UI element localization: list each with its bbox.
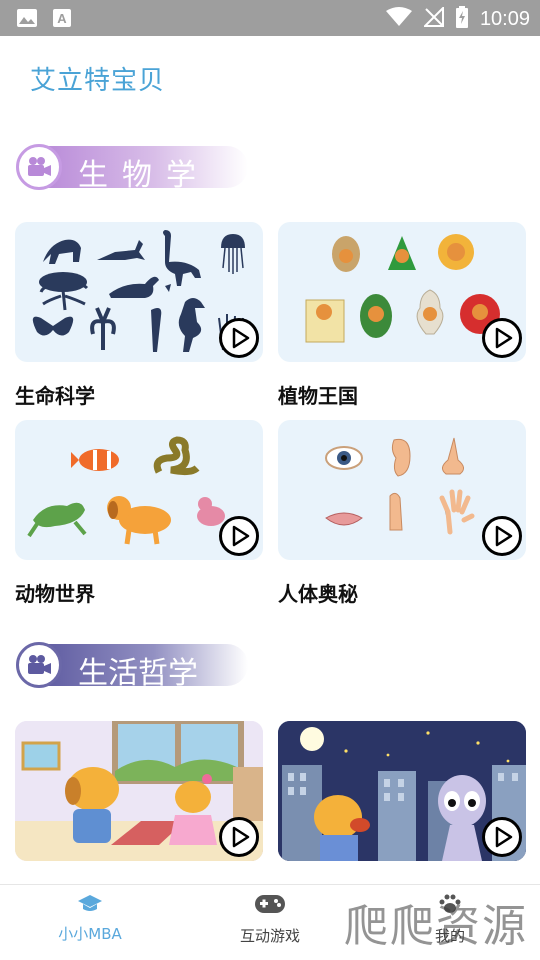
nav-tab-mba[interactable]: 小小MBA	[30, 893, 150, 944]
play-button[interactable]	[219, 318, 259, 358]
wifi-icon	[385, 7, 412, 31]
nav-label: 小小MBA	[58, 925, 122, 943]
card-human-body[interactable]: 人体奥秘	[278, 420, 526, 607]
card-thumbnail[interactable]	[278, 721, 526, 861]
section-title: 生活哲学	[78, 656, 198, 691]
card-title: 动物世界	[15, 582, 95, 606]
nav-label: 互动游戏	[239, 927, 300, 945]
no-signal-icon	[422, 5, 444, 31]
watermark: 爬爬资源	[344, 901, 528, 952]
card-title: 人体奥秘	[278, 582, 358, 606]
section-header-biology: 生物学	[16, 144, 248, 193]
play-button[interactable]	[482, 318, 522, 358]
status-time: 10:09	[479, 7, 530, 30]
card-thumbnail[interactable]	[15, 222, 263, 362]
play-button[interactable]	[219, 516, 259, 556]
card-life-science[interactable]: 生命科学	[15, 222, 263, 409]
card-animal-world[interactable]: 动物世界	[15, 420, 263, 607]
svg-text:A: A	[57, 11, 67, 26]
gamepad-icon	[254, 895, 286, 919]
card-thumbnail[interactable]	[278, 420, 526, 560]
card-thumbnail[interactable]	[278, 222, 526, 362]
main-content[interactable]: 生物学 生命科学 植物王国 动物世界 人体奥秘 生活哲学	[0, 36, 540, 884]
card-title: 植物王国	[278, 384, 358, 408]
video-camera-icon	[16, 144, 62, 190]
card-plant-kingdom[interactable]: 植物王国	[278, 222, 526, 409]
nav-tab-games[interactable]: 互动游戏	[210, 893, 330, 946]
play-button[interactable]	[482, 516, 522, 556]
section-title: 生物学	[78, 158, 210, 193]
font-notification-icon: A	[52, 8, 72, 32]
status-bar: A 10:09	[0, 0, 540, 36]
video-camera-icon	[16, 642, 62, 688]
card-feeling[interactable]: 感受	[278, 721, 526, 884]
play-button[interactable]	[482, 817, 522, 857]
card-title: 生命科学	[15, 384, 95, 408]
card-goal[interactable]: 目标	[15, 721, 263, 884]
card-thumbnail[interactable]	[15, 420, 263, 560]
section-header-life-philosophy: 生活哲学	[16, 642, 248, 691]
graduation-cap-icon	[77, 895, 103, 917]
battery-charging-icon	[455, 6, 468, 32]
play-button[interactable]	[219, 817, 259, 857]
card-thumbnail[interactable]	[15, 721, 263, 861]
image-notification-icon	[16, 8, 38, 32]
